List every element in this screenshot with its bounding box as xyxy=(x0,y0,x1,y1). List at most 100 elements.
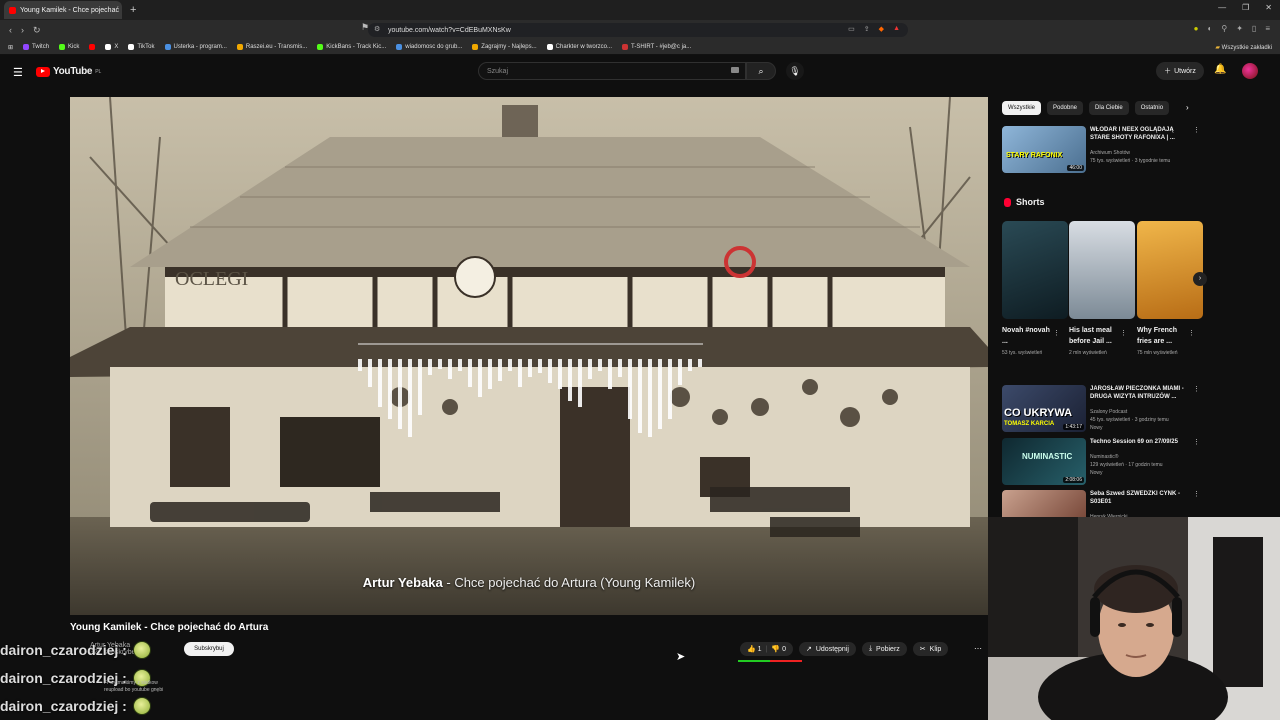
thumbs-down-icon: 👎 xyxy=(771,646,781,653)
video-thumbnail: NUMINASTIC 2:08:06 xyxy=(1002,438,1086,485)
chip-all[interactable]: Wszystkie xyxy=(1002,101,1041,115)
short-menu-icon[interactable]: ⋮ xyxy=(1120,329,1127,337)
brave-shield-icon[interactable]: ◆ xyxy=(879,25,884,33)
bookmark-favicon-icon xyxy=(472,44,479,50)
bookmark-item[interactable]: Raszei.eu - Transmis... xyxy=(236,44,307,50)
menu-icon[interactable]: ≡ xyxy=(1265,24,1270,33)
back-icon[interactable]: ‹ xyxy=(9,25,12,35)
video-title: Young Kamilek - Chce pojechać do Artura xyxy=(70,622,269,633)
folder-icon: ▰ xyxy=(1215,45,1220,51)
keyboard-icon[interactable] xyxy=(731,67,739,73)
video-meta: 129 wyświetleń · 17 godzin temu xyxy=(1090,462,1163,468)
search-input[interactable]: Szukaj xyxy=(478,62,746,80)
apps-grid-icon[interactable]: ⊞ xyxy=(8,44,13,51)
short-title: Why French fries are ... xyxy=(1137,327,1178,345)
all-bookmarks-button[interactable]: ▰ Wszystkie zakładki xyxy=(1215,44,1272,51)
shorts-next-chevron-icon[interactable]: › xyxy=(1193,272,1207,286)
bookmark-item[interactable]: Kick xyxy=(59,44,79,50)
video-menu-icon[interactable]: ⋮ xyxy=(1193,438,1200,446)
extension-icon[interactable]: ◐ xyxy=(1208,24,1213,33)
webcam-overlay xyxy=(988,517,1280,720)
new-tab-button[interactable]: + xyxy=(130,4,136,16)
bookmark-favicon-icon xyxy=(622,44,629,50)
video-title: Techno Session 69 on 27/09/25 xyxy=(1090,439,1178,445)
region-code: PL xyxy=(95,68,102,75)
song-caption: Artur Yebaka - Chce pojechać do Artura (… xyxy=(70,575,988,590)
short-item[interactable]: Why French fries are ... 75 mln wyświetl… xyxy=(1137,221,1203,357)
download-button[interactable]: ⤓ Pobierz xyxy=(861,642,907,656)
share-button[interactable]: ↗ Udostępnij xyxy=(798,642,856,656)
extension-icon[interactable]: ⚲ xyxy=(1221,24,1227,33)
short-item[interactable]: His last meal before Jail ... 2 mln wyśw… xyxy=(1069,221,1135,357)
bookmark-item[interactable]: X xyxy=(105,44,118,50)
recommended-video[interactable]: STARY RAFONIX 46:00 WŁODAR I NEEX OGLĄDA… xyxy=(1002,126,1202,176)
bookmark-item[interactable]: Zagrajmy - Najleps... xyxy=(472,44,537,50)
microphone-icon: 🎙 xyxy=(789,66,801,76)
bookmark-item[interactable] xyxy=(89,44,96,50)
like-ratio-bar xyxy=(738,660,802,662)
address-bar-icons: ▭ ⇪ ◆ ▲ xyxy=(848,25,900,33)
share-page-icon[interactable]: ⇪ xyxy=(864,25,870,33)
more-actions-icon[interactable]: ⋯ xyxy=(974,644,982,653)
extension-icon[interactable]: ● xyxy=(1194,24,1199,33)
install-app-icon[interactable]: ▭ xyxy=(848,25,855,33)
bookmark-favicon-icon xyxy=(59,44,66,50)
maximize-icon[interactable]: ❐ xyxy=(1242,3,1249,12)
short-item[interactable]: Novah #novah ... 53 tys. wyświetleń ⋮ xyxy=(1002,221,1068,357)
close-window-icon[interactable]: ✕ xyxy=(1265,3,1272,12)
recommended-video[interactable]: NUMINASTIC 2:08:06 Techno Session 69 on … xyxy=(1002,438,1202,488)
notifications-bell-icon[interactable]: 🔔 xyxy=(1214,64,1226,75)
emote-icon xyxy=(132,697,151,715)
short-thumbnail xyxy=(1002,221,1068,319)
minimize-icon[interactable]: — xyxy=(1218,3,1226,12)
address-bar[interactable]: ⚙ youtube.com/watch?v=CdEBuMXNsKw ▭ ⇪ ◆ … xyxy=(368,23,908,37)
sidebar-toggle-icon[interactable]: ▯ xyxy=(1252,24,1256,33)
bookmark-item[interactable]: KickBans - Track Kic... xyxy=(317,44,386,50)
bookmark-favicon-icon xyxy=(396,44,403,50)
search-icon: ⌕ xyxy=(758,66,764,76)
short-menu-icon[interactable]: ⋮ xyxy=(1188,329,1195,337)
forward-icon[interactable]: › xyxy=(21,25,24,35)
bookmark-item[interactable]: T-SHIRT - #jeb@c ja... xyxy=(622,44,691,50)
account-avatar[interactable] xyxy=(1242,63,1258,79)
chat-username: dairon_czarodziej : xyxy=(0,698,127,714)
clip-button[interactable]: ✂ Klip xyxy=(912,642,949,656)
youtube-play-icon xyxy=(36,66,50,77)
video-menu-icon[interactable]: ⋮ xyxy=(1193,490,1200,498)
short-views: 53 tys. wyświetleń xyxy=(1002,350,1043,356)
short-thumbnail xyxy=(1137,221,1203,319)
youtube-logo[interactable]: YouTube PL xyxy=(36,66,101,77)
site-info-icon[interactable]: ⚙ xyxy=(374,25,380,33)
chip-recent[interactable]: Ostatnio xyxy=(1134,101,1170,115)
bookmark-item[interactable]: Charkter w tworzco... xyxy=(546,44,612,50)
dislike-button[interactable]: 👎 0 xyxy=(771,645,786,653)
video-menu-icon[interactable]: ⋮ xyxy=(1193,385,1200,393)
search-button[interactable]: ⌕ xyxy=(746,62,776,80)
like-button[interactable]: 👍 1 xyxy=(747,645,762,653)
create-button[interactable]: ＋ Utwórz xyxy=(1156,62,1204,80)
divider: | xyxy=(765,645,768,653)
video-player[interactable]: OCLEGI Artur Yebaka - Chce pojechać do A… xyxy=(70,97,988,615)
chip-for-you[interactable]: Dla Ciebie xyxy=(1089,101,1129,115)
bookmark-item[interactable]: Twitch xyxy=(23,44,49,50)
voice-search-button[interactable]: 🎙 xyxy=(786,62,804,80)
bookmark-item[interactable]: wiadomosc do grub... xyxy=(396,44,462,50)
bookmarks-bar: ⊞ Twitch Kick X TikTok Usterka - program… xyxy=(0,40,1280,55)
browser-tab[interactable]: Young Kamilek - Chce pojechać ✕ xyxy=(4,1,122,19)
hamburger-menu-icon[interactable]: ☰ xyxy=(13,66,23,79)
video-menu-icon[interactable]: ⋮ xyxy=(1193,126,1200,134)
extensions-puzzle-icon[interactable]: ✦ xyxy=(1236,24,1243,33)
tab-title: Young Kamilek - Chce pojechać xyxy=(20,6,119,14)
bookmark-item[interactable]: Usterka - program... xyxy=(164,44,227,50)
bookmark-item[interactable]: TikTok xyxy=(128,44,155,50)
recommended-video[interactable]: CO UKRYWA TOMASZ KARCIA 1:43:17 JAROSŁAW… xyxy=(1002,385,1202,435)
sign-text: OCLEGI xyxy=(175,268,248,290)
window-controls: — ❐ ✕ xyxy=(1218,3,1272,12)
rewards-icon[interactable]: ▲ xyxy=(893,25,900,33)
chevron-right-icon[interactable]: › xyxy=(1186,103,1189,112)
chip-related[interactable]: Podobne xyxy=(1047,101,1084,115)
short-menu-icon[interactable]: ⋮ xyxy=(1053,329,1060,337)
short-title: His last meal before Jail ... xyxy=(1069,327,1112,345)
video-duration: 1:43:17 xyxy=(1063,424,1084,430)
reload-icon[interactable]: ↻ xyxy=(33,25,41,36)
